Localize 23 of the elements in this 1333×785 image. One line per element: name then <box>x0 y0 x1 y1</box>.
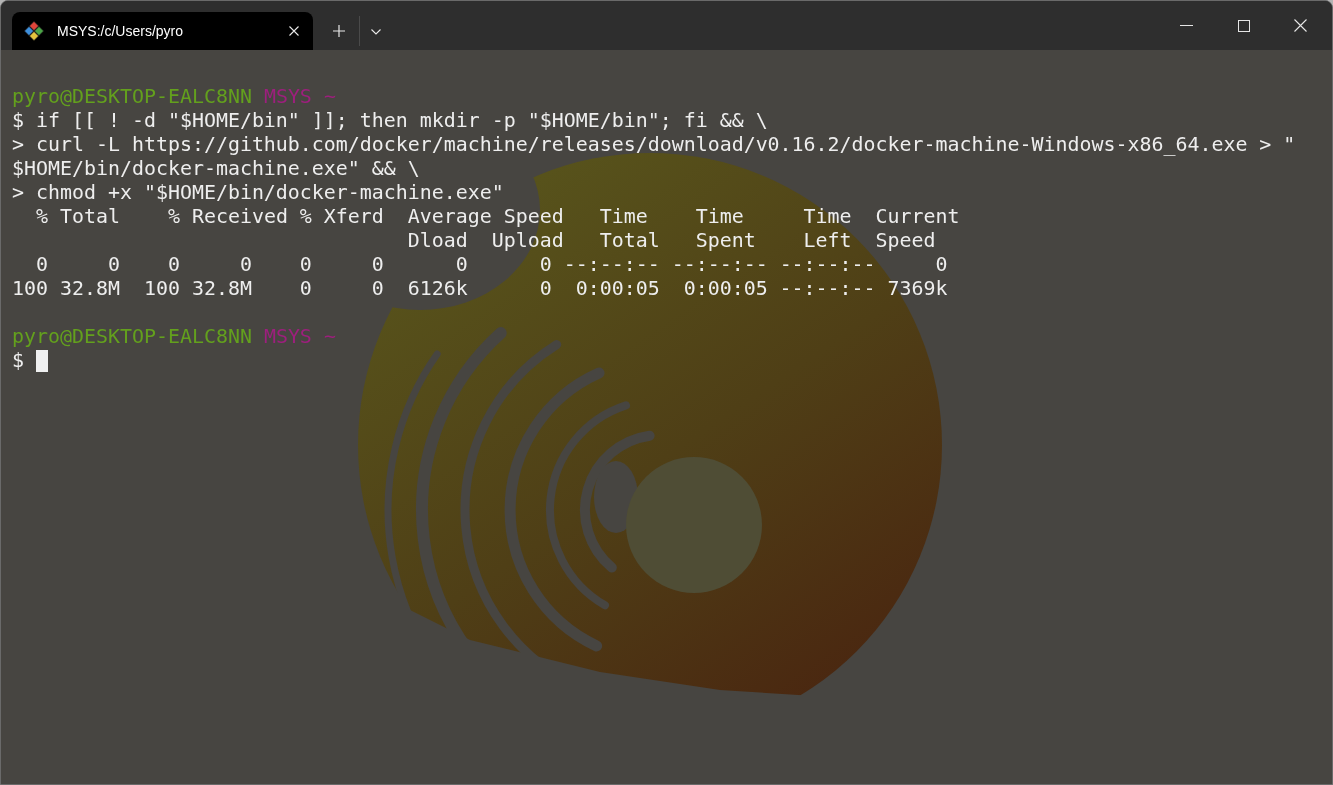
prompt-symbol: $ <box>12 349 24 373</box>
terminal-line: 100 32.8M 100 32.8M 0 0 6126k 0 0:00:05 0:00:05 --:--:-- 7369k <box>12 277 948 300</box>
plus-icon <box>333 25 345 37</box>
terminal-line: > curl -L https://github.com/docker/machine/releases/download/v0.16.2/docker-machine-Windows-x86_64.exe > " <box>12 133 1296 156</box>
terminal-line: > chmod +x "$HOME/bin/docker-machine.exe" <box>12 181 504 204</box>
maximize-icon <box>1237 19 1250 32</box>
minimize-icon <box>1180 25 1193 26</box>
close-icon <box>289 26 299 36</box>
prompt-user-host: pyro@DESKTOP-EALC8NN <box>12 85 252 109</box>
prompt-environment: MSYS <box>263 325 312 349</box>
chevron-down-icon <box>371 29 381 35</box>
diamond-tiles-icon <box>24 21 44 41</box>
terminal-line: 0 0 0 0 0 0 0 0 --:--:-- --:--:-- --:--:-- 0 <box>36 253 948 276</box>
terminal-line: % Total % Received % Xferd Average Speed Time Time Time Current <box>36 205 960 228</box>
prompt-environment: MSYS <box>263 85 312 109</box>
terminal-line: $HOME/bin/docker-machine.exe" && \ <box>12 157 420 180</box>
close-icon <box>1294 19 1307 32</box>
prompt-path: ~ <box>323 85 336 109</box>
terminal-line: Dload Upload Total Spent Left Speed <box>407 229 936 252</box>
prompt-path: ~ <box>323 325 336 349</box>
terminal-line: $ if [[ ! -d "$HOME/bin" ]]; then mkdir -p "$HOME/bin"; fi && \ <box>12 109 768 132</box>
terminal-tab[interactable]: MSYS:/c/Users/pyro <box>12 12 313 50</box>
prompt-user-host: pyro@DESKTOP-EALC8NN <box>12 325 252 349</box>
